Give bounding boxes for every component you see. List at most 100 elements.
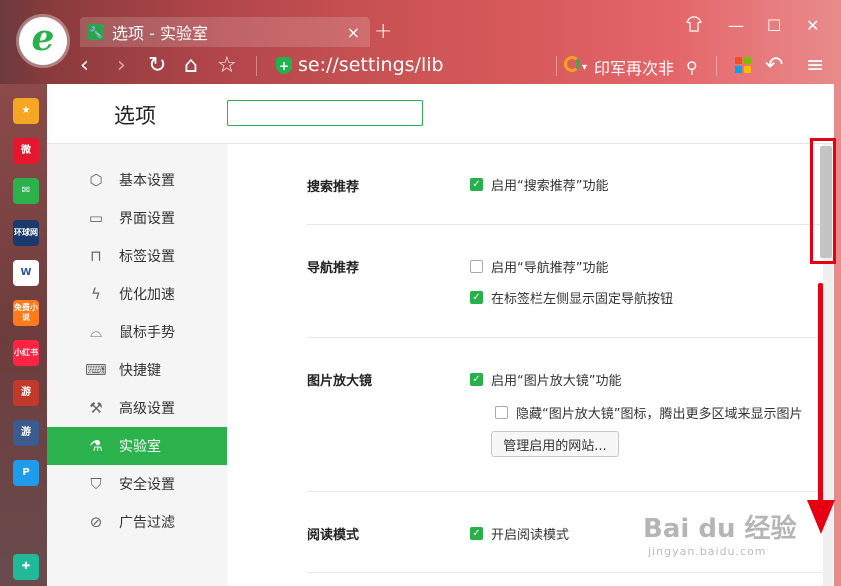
nav-recommend-option[interactable]: 启用“导航推荐”功能 [470, 257, 608, 276]
undo-close-tab-button[interactable]: ↶ [765, 54, 783, 78]
sidebar-item-1[interactable]: ▭ 界面设置 [47, 199, 227, 237]
browser-logo[interactable]: e [19, 17, 67, 65]
security-shield-icon: + [276, 57, 292, 74]
sidebar-item-2[interactable]: ⊓ 标签设置 [47, 237, 227, 275]
sidebar-item-label: 安全设置 [119, 477, 175, 493]
option-label: 在标签栏左侧显示固定导航按钮 [491, 292, 674, 307]
checkbox-checked[interactable]: ✓ [470, 178, 483, 191]
sidebar-item-8[interactable]: ⛉ 安全设置 [47, 465, 227, 503]
tab-settings-lab[interactable]: 🔧 选项 - 实验室 × [80, 17, 370, 47]
search-box[interactable]: 印军再次非 [594, 55, 674, 79]
skin-icon[interactable] [685, 16, 703, 36]
section-title-reading-mode: 阅读模式 [307, 528, 360, 543]
annotation-highlight-box [810, 138, 836, 264]
option-label: 启用“导航推荐”功能 [491, 261, 609, 276]
annotation-arrow-head [807, 500, 835, 534]
address-bar[interactable]: se://settings/lib [298, 54, 444, 76]
chevron-down-icon[interactable]: ▾ [582, 56, 587, 80]
tab-close-button[interactable]: × [347, 23, 360, 42]
option-label: 隐藏“图片放大镜”图标，腾出更多区域来显示图片 [516, 407, 803, 422]
section-divider [307, 572, 822, 573]
sidebar-item-icon: ⚗ [89, 437, 103, 455]
search-engine-icon[interactable] [564, 56, 580, 72]
sidebar-item-icon: ϟ [91, 285, 101, 303]
sidebar-item-label: 界面设置 [119, 211, 175, 227]
sidebar-item-icon: ⌨ [85, 361, 107, 379]
sidebar-item-label: 实验室 [119, 439, 161, 455]
sidebar-item-icon: ⛉ [90, 475, 102, 493]
tool-icon[interactable]: ✚ [13, 554, 39, 580]
option-label: 开启阅读模式 [491, 528, 570, 543]
apps-grid-icon[interactable] [735, 57, 751, 73]
tab-title: 选项 - 实验室 [112, 24, 208, 43]
sidebar-item-9[interactable]: ⊘ 广告过滤 [47, 503, 227, 541]
app-icon[interactable]: P [13, 460, 39, 486]
settings-sidebar: ⬡ 基本设置 ▭ 界面设置 ⊓ 标签设置 ϟ 优化加速 ⌓ 鼠标手势 ⌨ 快捷键 ⚒ 高级设置 ⚗ 实验室 ⛉ 安… [47, 144, 227, 586]
sidebar-item-icon: ⊘ [89, 513, 103, 531]
menu-button[interactable]: ≡ [806, 54, 824, 78]
xiaohongshu-icon[interactable]: 小红书 [13, 340, 39, 366]
sidebar-item-icon: ⬡ [89, 171, 103, 189]
baidu-watermark-url: jingyan.baidu.com [648, 545, 767, 558]
maximize-button[interactable]: ☐ [767, 16, 781, 35]
search-recommend-option[interactable]: ✓ 启用“搜索推荐”功能 [470, 175, 608, 194]
checkbox-checked[interactable]: ✓ [470, 291, 483, 304]
word-icon[interactable]: W [13, 260, 39, 286]
sidebar-item-icon: ▭ [88, 209, 104, 227]
checkbox-unchecked[interactable] [495, 406, 508, 419]
sidebar-item-5[interactable]: ⌨ 快捷键 [47, 351, 227, 389]
mail-icon[interactable]: ✉ [13, 178, 39, 204]
separator [256, 56, 257, 76]
checkbox-unchecked[interactable] [470, 260, 483, 273]
new-tab-button[interactable]: + [374, 19, 392, 44]
option-label: 启用“搜索推荐”功能 [491, 179, 609, 194]
checkbox-checked[interactable]: ✓ [470, 373, 483, 386]
forward-button[interactable]: › [117, 54, 126, 78]
close-window-button[interactable]: ✕ [806, 16, 819, 35]
sidebar-item-0[interactable]: ⬡ 基本设置 [47, 161, 227, 199]
sidebar-item-6[interactable]: ⚒ 高级设置 [47, 389, 227, 427]
favorite-star-icon[interactable]: ☆ [217, 54, 237, 78]
settings-search-input[interactable] [227, 100, 423, 126]
settings-header: 选项 [47, 84, 834, 144]
game-icon[interactable]: 游 [13, 380, 39, 406]
weibo-icon[interactable]: 微 [13, 138, 39, 164]
manage-sites-button[interactable]: 管理启用的网站... [491, 431, 619, 457]
sidebar-item-label: 高级设置 [119, 401, 175, 417]
separator [556, 56, 557, 76]
page-title: 选项 [114, 104, 156, 128]
wrench-icon: 🔧 [88, 24, 104, 40]
reload-button[interactable]: ↻ [148, 54, 166, 78]
separator [716, 56, 717, 76]
search-icon[interactable]: ⚲ [686, 56, 698, 80]
sidebar-item-label: 快捷键 [119, 363, 161, 379]
sidebar-item-4[interactable]: ⌓ 鼠标手势 [47, 313, 227, 351]
global-times-icon[interactable]: 环球网 [13, 220, 39, 246]
home-button[interactable]: ⌂ [184, 54, 198, 78]
image-zoom-option[interactable]: ✓ 启用“图片放大镜”功能 [470, 370, 621, 389]
hide-zoom-icon-option[interactable]: 隐藏“图片放大镜”图标，腾出更多区域来显示图片 [495, 403, 802, 422]
sidebar-item-3[interactable]: ϟ 优化加速 [47, 275, 227, 313]
back-button[interactable]: ‹ [80, 54, 89, 78]
sidebar-item-icon: ⚒ [89, 399, 103, 417]
section-divider [307, 337, 822, 338]
sidebar-item-label: 广告过滤 [119, 515, 175, 531]
option-label: 启用“图片放大镜”功能 [491, 374, 622, 389]
minimize-button[interactable]: — [728, 16, 744, 35]
sidebar-item-label: 鼠标手势 [119, 325, 175, 341]
baidu-watermark: Bai du 经验 [643, 514, 797, 544]
sidebar-item-label: 基本设置 [119, 173, 175, 189]
free-novel-icon[interactable]: 免费小说 [13, 300, 39, 326]
game2-icon[interactable]: 游 [13, 420, 39, 446]
section-title-nav-recommend: 导航推荐 [307, 261, 360, 276]
section-divider [307, 491, 822, 492]
pin-nav-button-option[interactable]: ✓ 在标签栏左侧显示固定导航按钮 [470, 288, 673, 307]
section-title-search-recommend: 搜索推荐 [307, 180, 360, 195]
sidebar-item-7[interactable]: ⚗ 实验室 [47, 427, 227, 465]
favorites-icon[interactable]: ★ [13, 98, 39, 124]
sidebar-item-label: 标签设置 [119, 249, 175, 265]
section-title-image-zoom: 图片放大镜 [307, 374, 373, 389]
checkbox-checked[interactable]: ✓ [470, 527, 483, 540]
sidebar-item-label: 优化加速 [119, 287, 175, 303]
reading-mode-option[interactable]: ✓ 开启阅读模式 [470, 524, 569, 543]
